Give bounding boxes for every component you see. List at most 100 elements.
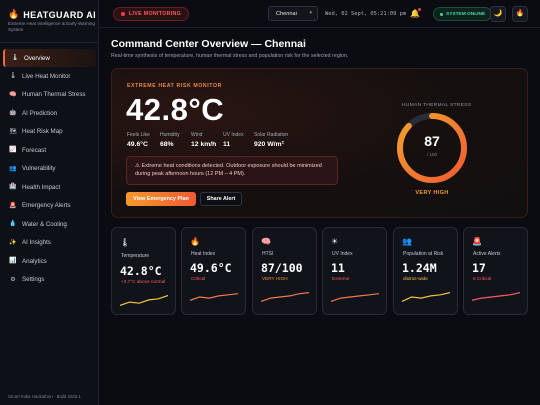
thermometer-icon: 🌡 [9, 73, 17, 80]
card-label: Heat Index [191, 251, 216, 257]
sidebar-footer: Smart India Hackathon · Build 2026.1 [8, 394, 81, 399]
sidebar-item-ai-prediction[interactable]: 🤖 AI Prediction [3, 104, 96, 123]
brand[interactable]: 🔥 HEATGUARD AI [8, 9, 96, 20]
sidebar-item-label: Health Impact [22, 183, 61, 191]
stat-humidity: Humidity 68% [160, 132, 179, 148]
sparkline [120, 294, 168, 306]
topbar: LIVE MONITORING Chennai ▾ Wed, 02 Sept, … [99, 0, 540, 28]
notification-dot [418, 8, 421, 11]
city-select[interactable]: Chennai ▾ [268, 6, 318, 21]
live-monitoring-badge: LIVE MONITORING [113, 7, 190, 21]
sidebar-item-label: Analytics [22, 257, 47, 265]
sidebar-item-label: Live Heat Monitor [22, 72, 71, 80]
people-icon: 👥 [402, 237, 412, 246]
sidebar-nav: 🌡 Overview 🌡 Live Heat Monitor 🧠 Human Ther… [3, 49, 96, 289]
sidebar-item-live-heat-monitor[interactable]: 🌡 Live Heat Monitor [3, 67, 96, 86]
stat-label: Solar Radiation [254, 132, 289, 138]
sparkline-path [331, 293, 379, 302]
sparkline [190, 293, 238, 301]
system-status-badge: SYSTEM ONLINE [433, 7, 493, 21]
sparkline-path [120, 294, 168, 306]
card-value: 11 [331, 261, 345, 275]
card-value: 1.24M [402, 261, 437, 275]
sidebar-item-label: Settings [22, 276, 45, 284]
bell-icon[interactable]: 🔔 [408, 7, 422, 21]
card-note: Critical [191, 276, 206, 281]
status-dot-icon [440, 12, 443, 16]
sidebar-item-emergency-alerts[interactable]: 🚨 Emergency Alerts [3, 197, 96, 216]
thermometer-icon: 🌡 [120, 238, 131, 247]
sidebar-item-human-thermal-stress[interactable]: 🧠 Human Thermal Stress [3, 86, 96, 105]
view-emergency-plan-button[interactable]: View Emergency Plan [126, 192, 196, 206]
flame-icon: 🔥 [190, 237, 200, 246]
flame-icon[interactable]: 🔥 [512, 6, 528, 22]
sparkline-path [261, 292, 309, 302]
gauge-level: VERY HIGH [415, 190, 449, 196]
datetime: Wed, 02 Sept, 05:21:09 pm [325, 11, 407, 17]
card-note: +3.7°C above normal [121, 279, 166, 284]
sidebar-item-heat-risk-map[interactable]: 🗺 Heat Risk Map [3, 123, 96, 142]
hero-temperature: 42.8°C [126, 92, 225, 127]
sparkline-path [190, 293, 238, 301]
sidebar-item-label: Heat Risk Map [22, 128, 63, 136]
metric-card-uv-index[interactable]: ☀ UV Index 11 Extreme [322, 227, 387, 315]
sidebar-item-label: Overview [24, 54, 50, 62]
card-label: UV Index [332, 251, 353, 257]
sidebar-item-label: Water & Cooling [22, 220, 67, 228]
card-value: 42.8°C [120, 264, 162, 278]
stat-solar-radiation: Solar Radiation 920 W/m² [254, 132, 288, 148]
sidebar-item-vulnerability[interactable]: 👥 Vulnerability [3, 160, 96, 179]
card-note: VERY HIGH [262, 276, 288, 281]
metric-card-htsi[interactable]: 🧠 HTSI 87/100 VERY HIGH [252, 227, 317, 315]
share-alert-button[interactable]: Share Alert [200, 192, 242, 206]
brand-subtitle: Extreme Heat Intelligence & Early Warnin… [8, 21, 95, 32]
card-label: Temperature [121, 253, 150, 259]
sun-icon: ☀ [331, 237, 339, 246]
flame-icon: 🔥 [8, 9, 20, 19]
sidebar-item-label: Emergency Alerts [22, 202, 71, 210]
page-title: Command Center Overview — Chennai [111, 38, 306, 50]
gauge-label: HUMAN THERMAL STRESS [402, 103, 472, 108]
metric-card-population-at-risk[interactable]: 👥 Population at Risk 1.24M district-wide [393, 227, 458, 315]
stat-value: 49.6°C [127, 141, 148, 148]
people-icon: 👥 [9, 165, 17, 172]
stat-label: Feels Like [127, 132, 150, 138]
stat-value: 11 [223, 141, 231, 148]
brain-icon: 🧠 [261, 237, 271, 246]
metric-card-heat-index[interactable]: 🔥 Heat Index 49.6°C Critical [181, 227, 246, 315]
card-label: HTSI [262, 251, 274, 257]
stat-uv-index: UV Index 11 [223, 132, 244, 148]
sidebar-item-analytics[interactable]: 📊 Analytics [3, 252, 96, 271]
card-note: 5 Critical [473, 276, 492, 281]
stat-feels-like: Feels Like 49.6°C [127, 132, 150, 148]
sidebar-item-overview[interactable]: 🌡 Overview [3, 49, 96, 67]
page-subtitle: Real-time synthesis of temperature, huma… [111, 53, 349, 59]
stat-wind: Wind 12 km/h [191, 132, 216, 148]
robot-icon: 🤖 [9, 110, 17, 117]
hero-label: EXTREME HEAT RISK MONITOR [127, 83, 222, 89]
sparkline-path [402, 292, 450, 302]
sidebar-item-label: Vulnerability [22, 165, 56, 173]
sparkline [331, 293, 379, 302]
card-note: Extreme [332, 276, 350, 281]
sparkline [261, 292, 309, 302]
sidebar-item-forecast[interactable]: 📈 Forecast [3, 141, 96, 160]
moon-icon[interactable]: 🌙 [490, 6, 506, 22]
map-icon: 🗺 [9, 128, 17, 135]
hospital-icon: 🏥 [9, 184, 17, 191]
sparkline-path [472, 292, 520, 301]
metric-card-temperature[interactable]: 🌡 Temperature 42.8°C +3.7°C above normal [111, 227, 176, 315]
brain-icon: 🧠 [9, 91, 17, 98]
sidebar-item-settings[interactable]: ⚙ Settings [3, 271, 96, 290]
sidebar-item-ai-insights[interactable]: ✨ AI Insights [3, 234, 96, 253]
heat-risk-panel: EXTREME HEAT RISK MONITOR 42.8°C Feels L… [111, 68, 528, 218]
brand-name: HEATGUARD AI [23, 9, 97, 20]
metric-card-active-alerts[interactable]: 🚨 Active Alerts 17 5 Critical [463, 227, 528, 315]
card-value: 17 [472, 261, 486, 275]
city-select-value: Chennai [276, 10, 297, 17]
sidebar-item-label: AI Prediction [22, 109, 58, 117]
live-label: LIVE MONITORING [129, 11, 182, 17]
stat-value: 68% [160, 141, 174, 148]
sidebar-item-water-cooling[interactable]: 💧 Water & Cooling [3, 215, 96, 234]
sidebar-item-health-impact[interactable]: 🏥 Health Impact [3, 178, 96, 197]
